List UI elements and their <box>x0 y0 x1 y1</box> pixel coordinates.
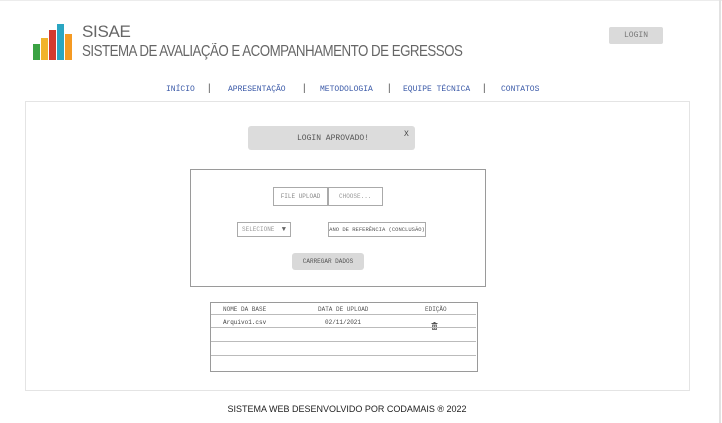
file-upload-label: FILE UPLOAD <box>273 187 328 206</box>
dropdown-arrow-icon: ▼ <box>281 226 286 234</box>
column-header-date: DATA DE UPLOAD <box>318 306 369 313</box>
table-divider <box>211 314 476 315</box>
toast-message: LOGIN APROVADO! <box>296 134 369 143</box>
course-select[interactable]: SELECIONE ▼ <box>237 222 291 237</box>
window-scrollbar[interactable] <box>719 0 721 423</box>
login-success-toast: LOGIN APROVADO! X <box>248 126 415 150</box>
column-header-name: NOME DA BASE <box>223 306 267 313</box>
login-button[interactable]: LOGIN <box>609 27 663 44</box>
footer-text: SISTEMA WEB DESENVOLVIDO POR CODAMAIS ® … <box>227 404 467 414</box>
logo-bar <box>65 34 72 60</box>
nav-separator: | <box>208 83 211 94</box>
logo-bar <box>41 38 48 60</box>
load-data-button[interactable]: CARREGAR DADOS <box>292 253 364 270</box>
nav-equipe-tecnica[interactable]: EQUIPE TÉCNICA <box>403 85 470 94</box>
toast-close-button[interactable]: X <box>404 130 409 139</box>
table-divider <box>211 355 476 356</box>
nav-inicio[interactable]: INÍCIO <box>166 85 195 94</box>
app-title-short: SISAE <box>82 22 131 41</box>
nav-separator: | <box>303 83 306 94</box>
choose-file-input[interactable]: CHOOSE... <box>328 187 383 206</box>
course-select-value: SELECIONE <box>242 226 275 233</box>
reference-year-field[interactable]: ANO DE REFERÊNCIA (CONCLUSÃO) <box>328 222 426 237</box>
table-divider <box>211 327 476 328</box>
trash-icon[interactable] <box>431 317 438 335</box>
nav-separator: | <box>483 83 486 94</box>
nav-metodologia[interactable]: METODOLOGIA <box>320 85 373 94</box>
nav-apresentacao[interactable]: APRESENTAÇÃO <box>228 85 286 94</box>
column-header-edit: EDIÇÃO <box>425 306 447 313</box>
logo-bar <box>49 30 56 60</box>
cell-file-name: Arquivo1.csv <box>223 319 267 326</box>
cell-upload-date: 02/11/2021 <box>325 319 362 326</box>
nav-separator: | <box>388 83 391 94</box>
app-title-long: SISTEMA DE AVALIAÇÃO E ACOMPANHAMENTO DE… <box>82 43 463 60</box>
logo-bar <box>57 24 64 60</box>
sisae-logo <box>33 22 73 60</box>
table-divider <box>211 341 476 342</box>
nav-contatos[interactable]: CONTATOS <box>501 85 539 94</box>
logo-bar <box>33 44 40 60</box>
window-top-edge <box>0 0 722 1</box>
